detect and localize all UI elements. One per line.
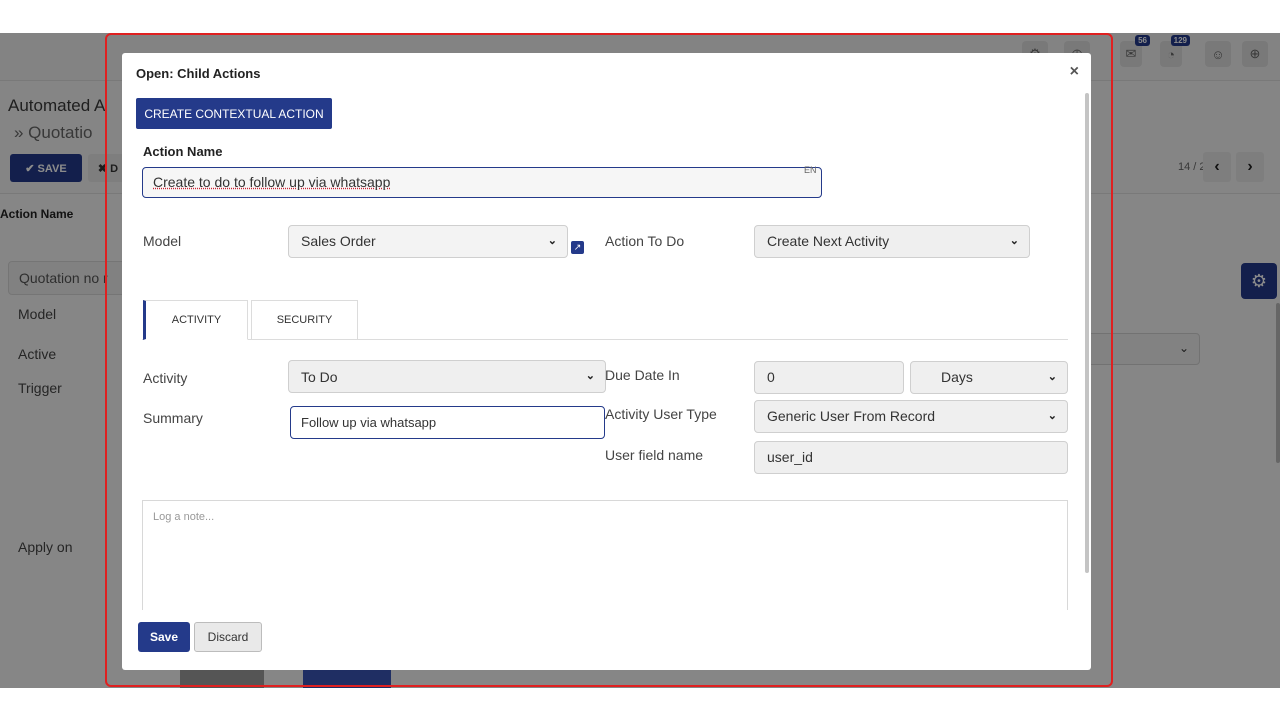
- tab-security[interactable]: SECURITY: [251, 300, 358, 340]
- action-name-input[interactable]: Create to do to follow up via whatsapp: [142, 167, 822, 198]
- language-tag[interactable]: EN: [804, 165, 817, 175]
- summary-label: Summary: [143, 410, 203, 426]
- activity-select[interactable]: To Do ⌄: [288, 360, 606, 393]
- summary-input[interactable]: Follow up via whatsapp: [290, 406, 605, 439]
- user-field-label: User field name: [605, 447, 704, 463]
- bg-bottom-button: [180, 670, 264, 688]
- action-to-do-select[interactable]: Create Next Activity ⌄: [754, 225, 1030, 258]
- activity-value: To Do: [301, 369, 338, 385]
- chevron-down-icon: ⌄: [585, 370, 595, 382]
- user-field-input[interactable]: user_id: [754, 441, 1068, 474]
- model-label: Model: [143, 233, 182, 249]
- chevron-down-icon: ⌄: [1009, 235, 1019, 247]
- discard-button[interactable]: Discard: [194, 622, 262, 652]
- model-select[interactable]: Sales Order ⌄: [288, 225, 568, 258]
- screen: ⚙ ◷ ✉56 ◔129 ☺ ⊕ Automated A » Quotatio …: [0, 0, 1280, 720]
- model-select-value: Sales Order: [301, 233, 376, 249]
- dialog-scrollbar[interactable]: [1085, 93, 1089, 573]
- due-date-input[interactable]: 0: [754, 361, 904, 394]
- activity-label: Activity: [143, 370, 188, 386]
- action-to-do-value: Create Next Activity: [767, 233, 890, 249]
- log-note-textarea[interactable]: Log a note...: [142, 500, 1068, 610]
- chevron-down-icon: ⌄: [547, 235, 557, 247]
- close-icon[interactable]: ×: [1070, 63, 1079, 81]
- external-link-icon[interactable]: ↗: [571, 241, 584, 254]
- action-name-label: Action Name: [143, 144, 223, 159]
- due-date-unit-value: Days: [941, 369, 973, 385]
- child-actions-dialog: Open: Child Actions × CREATE CONTEXTUAL …: [122, 53, 1091, 670]
- tab-activity[interactable]: ACTIVITY: [143, 300, 248, 340]
- user-type-label: Activity User Type: [605, 406, 717, 422]
- user-type-select[interactable]: Generic User From Record ⌄: [754, 400, 1068, 433]
- due-date-label: Due Date In: [605, 367, 680, 383]
- chevron-down-icon: ⌄: [1047, 410, 1057, 422]
- create-contextual-action-button[interactable]: CREATE CONTEXTUAL ACTION: [136, 98, 332, 129]
- action-to-do-label: Action To Do: [605, 233, 685, 249]
- chevron-down-icon: ⌄: [1047, 371, 1057, 383]
- action-name-value: Create to do to follow up via whatsapp: [153, 174, 391, 190]
- dialog-title: Open: Child Actions: [136, 66, 261, 81]
- user-type-value: Generic User From Record: [767, 408, 936, 424]
- save-button[interactable]: Save: [138, 622, 190, 652]
- due-date-unit-select[interactable]: Days ⌄: [910, 361, 1068, 394]
- bg-bottom-primary-button: [303, 670, 391, 688]
